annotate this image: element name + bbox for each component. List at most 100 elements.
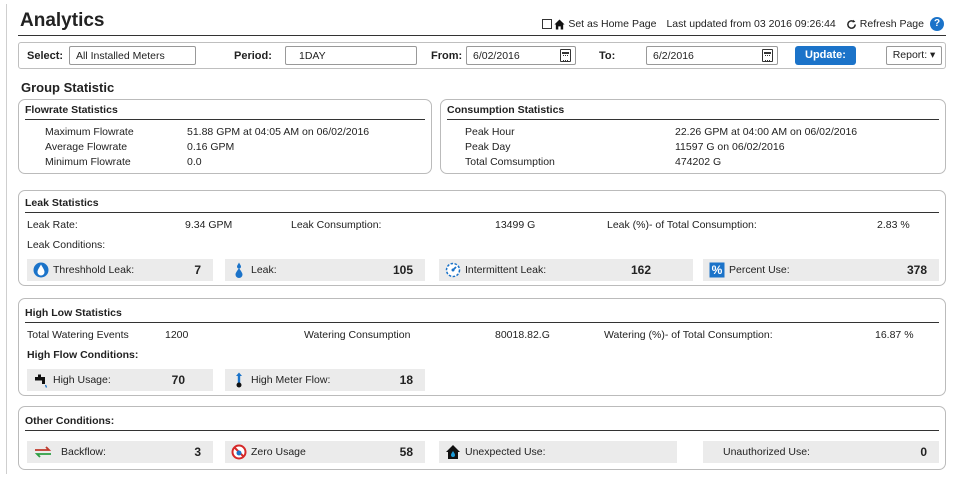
leak-rate-value: 9.34 GPM [185, 219, 233, 231]
leak-panel: Leak Statistics Leak Rate: 9.34 GPM Leak… [18, 190, 946, 286]
threshold-leak-tile[interactable]: Threshhold Leak: 7 [27, 259, 213, 281]
threshold-leak-value: 7 [194, 263, 201, 277]
zero-usage-value: 58 [399, 445, 413, 459]
zero-usage-tile[interactable]: Zero Usage 58 [225, 441, 425, 463]
meter-select[interactable]: All Installed Meters [69, 46, 196, 65]
backflow-value: 3 [194, 445, 201, 459]
leak-conditions-label: Leak Conditions: [27, 239, 106, 251]
peak-day-value: 11597 G on 06/02/2016 [675, 141, 785, 153]
update-button[interactable]: Update: [795, 46, 856, 65]
leak-rate-label: Leak Rate: [27, 219, 78, 231]
refresh-page-link[interactable]: Refresh Page [860, 18, 924, 30]
percent-use-label: Percent Use: [729, 264, 790, 276]
high-usage-value: 70 [171, 373, 185, 387]
house-icon [446, 445, 460, 459]
intermittent-leak-value: 162 [630, 263, 651, 277]
peak-hour-value: 22.26 GPM at 04:00 AM on 06/02/2016 [675, 126, 858, 138]
refresh-icon[interactable] [846, 19, 857, 30]
percent-use-tile[interactable]: % Percent Use: 378 [703, 259, 939, 281]
set-home-checkbox[interactable] [542, 19, 553, 29]
highlow-panel: High Low Statistics Total Watering Event… [18, 298, 946, 396]
help-icon[interactable]: ? [930, 17, 944, 31]
unauthorized-use-label: Unauthorized Use: [723, 446, 810, 458]
last-updated-text: Last updated from 03 2016 09:26:44 [666, 18, 836, 30]
unauthorized-use-value: 0 [920, 445, 927, 459]
watering-events-value: 1200 [165, 329, 189, 341]
intermittent-gauge-icon [445, 262, 461, 278]
intermittent-leak-label: Intermittent Leak: [465, 264, 547, 276]
thermometer-up-icon [236, 372, 242, 388]
from-date-value: 6/02/2016 [473, 50, 520, 62]
header-actions: Set as Home Page Last updated from 03 20… [542, 17, 944, 31]
calendar-icon[interactable] [762, 49, 773, 62]
backflow-arrows-icon [34, 446, 52, 458]
consumption-title: Consumption Statistics [447, 104, 565, 116]
from-date-input[interactable]: 6/02/2016 [466, 46, 576, 65]
high-meter-flow-label: High Meter Flow: [251, 374, 331, 386]
report-dropdown[interactable]: Report: ▾ [886, 46, 942, 65]
to-date-input[interactable]: 6/2/2016 [646, 46, 778, 65]
flowrate-panel: Flowrate Statistics Maximum Flowrate 51.… [18, 99, 432, 174]
intermittent-leak-tile[interactable]: Intermittent Leak: 162 [439, 259, 693, 281]
select-label: Select: [27, 50, 64, 62]
unauthorized-use-tile[interactable]: Unauthorized Use: 0 [703, 441, 939, 463]
peak-hour-label: Peak Hour [465, 126, 515, 138]
svg-text:%: % [712, 263, 723, 277]
leak-title: Leak Statistics [25, 197, 99, 209]
unexpected-use-tile[interactable]: Unexpected Use: [439, 441, 677, 463]
other-conditions-panel: Other Conditions: Backflow: 3 Zero Usage… [18, 406, 946, 470]
water-drop-icon [33, 262, 49, 278]
period-input[interactable]: 1DAY [285, 46, 417, 65]
max-flowrate-value: 51.88 GPM at 04:05 AM on 06/02/2016 [187, 126, 370, 138]
percent-use-value: 378 [906, 263, 927, 277]
percent-icon: % [709, 262, 725, 278]
total-consumption-value: 474202 G [675, 156, 722, 168]
zero-usage-label: Zero Usage [251, 446, 306, 458]
leak-pct-label: Leak (%)- of Total Consumption: [607, 219, 757, 231]
min-flowrate-value: 0.0 [187, 156, 202, 168]
filter-bar: Select: All Installed Meters Period: 1DA… [18, 42, 946, 69]
watering-consumption-value: 80018.82.G [495, 329, 550, 341]
set-home-link[interactable]: Set as Home Page [568, 18, 656, 30]
avg-flowrate-value: 0.16 GPM [187, 141, 235, 153]
no-entry-icon [231, 444, 247, 460]
consumption-panel: Consumption Statistics Peak Hour 22.26 G… [440, 99, 946, 174]
leak-consumption-label: Leak Consumption: [291, 219, 382, 231]
high-meter-flow-tile[interactable]: High Meter Flow: 18 [225, 369, 425, 391]
other-conditions-title: Other Conditions: [25, 415, 115, 427]
max-flowrate-label: Maximum Flowrate [45, 126, 134, 138]
high-usage-tile[interactable]: High Usage: 70 [27, 369, 213, 391]
home-icon [554, 18, 565, 30]
peak-day-label: Peak Day [465, 141, 511, 153]
leak-label: Leak: [251, 264, 277, 276]
high-meter-flow-value: 18 [399, 373, 413, 387]
avg-flowrate-label: Average Flowrate [45, 141, 128, 153]
watering-pct-value: 16.87 % [875, 329, 914, 341]
to-date-value: 6/2/2016 [653, 50, 694, 62]
min-flowrate-label: Minimum Flowrate [45, 156, 131, 168]
leak-consumption-value: 13499 G [495, 219, 536, 231]
to-label: To: [599, 50, 616, 62]
page-title: Analytics [20, 10, 105, 31]
threshold-leak-label: Threshhold Leak: [53, 264, 135, 276]
page-header: Analytics Set as Home Page Last updated … [18, 10, 946, 36]
leak-value: 105 [392, 263, 413, 277]
calendar-icon[interactable] [560, 49, 571, 62]
backflow-tile[interactable]: Backflow: 3 [27, 441, 213, 463]
high-usage-label: High Usage: [53, 374, 111, 386]
leak-tile[interactable]: Leak: 105 [225, 259, 425, 281]
from-label: From: [431, 50, 463, 62]
backflow-label: Backflow: [61, 446, 106, 458]
unexpected-use-label: Unexpected Use: [465, 446, 546, 458]
drip-icon [235, 262, 243, 278]
high-flow-conditions-label: High Flow Conditions: [27, 349, 139, 361]
highlow-title: High Low Statistics [25, 307, 122, 319]
faucet-icon [35, 374, 48, 388]
group-statistic-heading: Group Statistic [21, 80, 115, 95]
leak-pct-value: 2.83 % [877, 219, 910, 231]
period-label: Period: [234, 50, 272, 62]
watering-events-label: Total Watering Events [27, 329, 129, 341]
flowrate-title: Flowrate Statistics [25, 104, 118, 116]
watering-pct-label: Watering (%)- of Total Consumption: [604, 329, 773, 341]
total-consumption-label: Total Comsumption [465, 156, 555, 168]
